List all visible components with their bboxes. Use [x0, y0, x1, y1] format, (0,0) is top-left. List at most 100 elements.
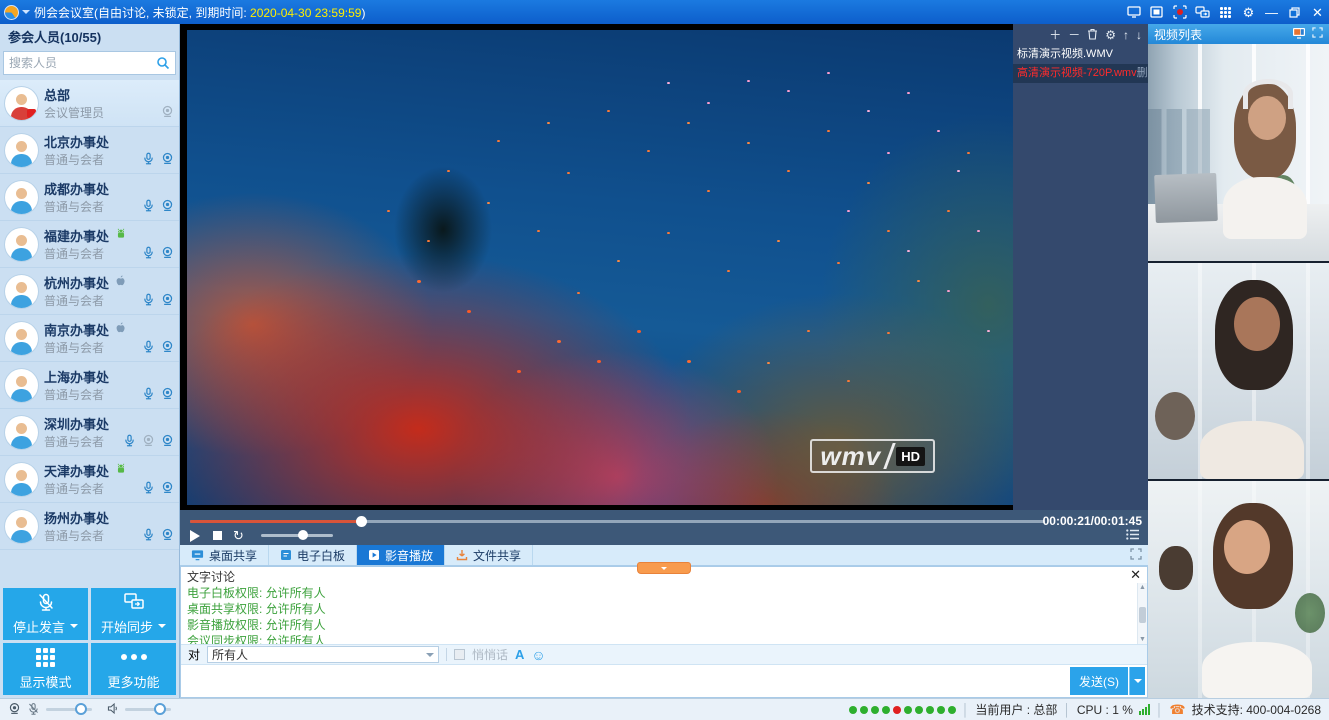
- mic-volume-slider[interactable]: [46, 708, 92, 711]
- seek-handle[interactable]: [356, 516, 367, 527]
- chat-input-area[interactable]: 发送(S): [181, 665, 1147, 697]
- mic-icon[interactable]: [142, 481, 155, 497]
- start-sync-button[interactable]: 开始同步: [91, 588, 176, 640]
- playlist-settings-gear-icon[interactable]: ⚙: [1105, 29, 1116, 41]
- webcam-icon[interactable]: [161, 199, 174, 215]
- window-mode-icon[interactable]: [1145, 0, 1168, 24]
- participant-role: 普通与会者: [44, 292, 104, 309]
- mic-icon[interactable]: [142, 340, 155, 356]
- search-input[interactable]: [9, 56, 156, 70]
- webcam-icon[interactable]: [161, 246, 174, 262]
- participant-row[interactable]: 成都办事处 普通与会者: [0, 174, 179, 221]
- close-button[interactable]: ✕: [1306, 0, 1329, 24]
- tab-文件共享[interactable]: 文件共享: [445, 545, 533, 565]
- mic-icon[interactable]: [142, 528, 155, 544]
- record-icon[interactable]: [1168, 0, 1191, 24]
- mic-icon[interactable]: [142, 152, 155, 168]
- replay-button[interactable]: ↻: [233, 529, 244, 542]
- settings-gear-icon[interactable]: ⚙: [1237, 0, 1260, 24]
- display-grid-icon[interactable]: [1214, 0, 1237, 24]
- play-button[interactable]: [190, 530, 206, 542]
- speaker-icon[interactable]: [106, 702, 119, 718]
- scroll-down-icon[interactable]: ▼: [1138, 636, 1147, 643]
- broadcast-screen-icon[interactable]: [1122, 0, 1145, 24]
- font-style-icon[interactable]: A: [515, 647, 524, 662]
- remove-media-icon[interactable]: －: [1068, 29, 1080, 41]
- maximize-button[interactable]: [1283, 0, 1306, 24]
- chevron-down-icon[interactable]: [22, 10, 30, 18]
- screen-share-icon[interactable]: [1191, 0, 1214, 24]
- mic-icon[interactable]: [142, 246, 155, 262]
- send-button[interactable]: 发送(S): [1070, 667, 1128, 695]
- participant-name: 杭州办事处: [44, 273, 109, 292]
- mic-muted-icon[interactable]: [27, 702, 40, 718]
- participant-row[interactable]: 福建办事处 普通与会者: [0, 221, 179, 268]
- webcam-off-icon[interactable]: [142, 434, 155, 450]
- chat-scrollbar[interactable]: ▲ ▼: [1137, 583, 1147, 644]
- whisper-checkbox[interactable]: [454, 649, 465, 660]
- display-mode-button[interactable]: 显示模式: [3, 643, 88, 695]
- status-dot-green: [948, 706, 956, 714]
- video-thumbnail[interactable]: [1148, 263, 1329, 482]
- participant-row[interactable]: 北京办事处 普通与会者: [0, 127, 179, 174]
- more-features-button[interactable]: 更多功能: [91, 643, 176, 695]
- chat-collapse-handle[interactable]: [637, 562, 691, 574]
- delete-item-button[interactable]: 删除: [1137, 64, 1148, 83]
- stop-speaking-button[interactable]: 停止发言: [3, 588, 88, 640]
- playlist-toolbar: ＋ － ⚙ ↑ ↓: [1013, 24, 1148, 45]
- webcam-icon[interactable]: [161, 481, 174, 497]
- mic-icon[interactable]: [142, 293, 155, 309]
- emoji-icon[interactable]: ☺: [531, 648, 545, 662]
- tab-桌面共享[interactable]: 桌面共享: [180, 545, 269, 565]
- playlist-toggle-icon[interactable]: [1126, 529, 1140, 543]
- video-mode-icon[interactable]: [1292, 27, 1306, 42]
- playlist-item[interactable]: 标清演示视频.WMV: [1013, 45, 1148, 64]
- trash-icon[interactable]: [1087, 28, 1098, 42]
- move-up-icon[interactable]: ↑: [1123, 29, 1129, 41]
- tab-影音播放[interactable]: 影音播放: [357, 545, 445, 565]
- permission-message: 电子白板权限: 允许所有人: [187, 585, 1141, 601]
- recipient-select[interactable]: 所有人: [207, 646, 439, 663]
- webcam-icon[interactable]: [161, 293, 174, 309]
- speaker-volume-slider[interactable]: [125, 708, 171, 711]
- search-icon[interactable]: [156, 56, 170, 70]
- video-thumbnail[interactable]: [1148, 481, 1329, 698]
- participant-row[interactable]: 扬州办事处 普通与会者: [0, 503, 179, 550]
- add-media-icon[interactable]: ＋: [1049, 29, 1061, 41]
- search-box[interactable]: [3, 51, 176, 75]
- participant-row[interactable]: 总部 会议管理员: [0, 80, 179, 127]
- expand-icon[interactable]: [1130, 548, 1142, 563]
- participant-row[interactable]: 南京办事处 普通与会者: [0, 315, 179, 362]
- mic-muted-icon: [36, 592, 56, 612]
- video-frame[interactable]: wmv HD: [187, 30, 1013, 505]
- webcam-icon[interactable]: [161, 528, 174, 544]
- webcam-icon[interactable]: [161, 387, 174, 403]
- scroll-up-icon[interactable]: ▲: [1138, 584, 1147, 591]
- scroll-thumb[interactable]: [1139, 607, 1146, 623]
- tab-电子白板[interactable]: 电子白板: [269, 545, 357, 565]
- mic-icon[interactable]: [142, 199, 155, 215]
- stop-button[interactable]: [213, 531, 222, 540]
- mic-icon[interactable]: [142, 387, 155, 403]
- expand-icon[interactable]: [1312, 27, 1323, 41]
- webcam-off-icon[interactable]: [161, 105, 174, 121]
- avatar: [5, 228, 38, 261]
- participant-row[interactable]: 深圳办事处 普通与会者: [0, 409, 179, 456]
- send-options-caret[interactable]: [1129, 667, 1145, 695]
- participant-row[interactable]: 杭州办事处 普通与会者: [0, 268, 179, 315]
- mic-icon[interactable]: [123, 434, 136, 450]
- webcam-icon[interactable]: [8, 702, 21, 718]
- volume-slider[interactable]: [261, 534, 333, 537]
- move-down-icon[interactable]: ↓: [1136, 29, 1142, 41]
- minimize-button[interactable]: —: [1260, 0, 1283, 24]
- webcam-icon[interactable]: [161, 340, 174, 356]
- seek-bar[interactable]: [190, 520, 1045, 523]
- webcam-icon[interactable]: [161, 434, 174, 450]
- webcam-icon[interactable]: [161, 152, 174, 168]
- playlist-item[interactable]: 高清演示视频-720P.wmv删除: [1013, 64, 1148, 83]
- participant-row[interactable]: 上海办事处 普通与会者: [0, 362, 179, 409]
- close-icon[interactable]: ✕: [1130, 567, 1141, 582]
- volume-handle[interactable]: [298, 530, 308, 540]
- participant-row[interactable]: 天津办事处 普通与会者: [0, 456, 179, 503]
- video-thumbnail[interactable]: [1148, 44, 1329, 263]
